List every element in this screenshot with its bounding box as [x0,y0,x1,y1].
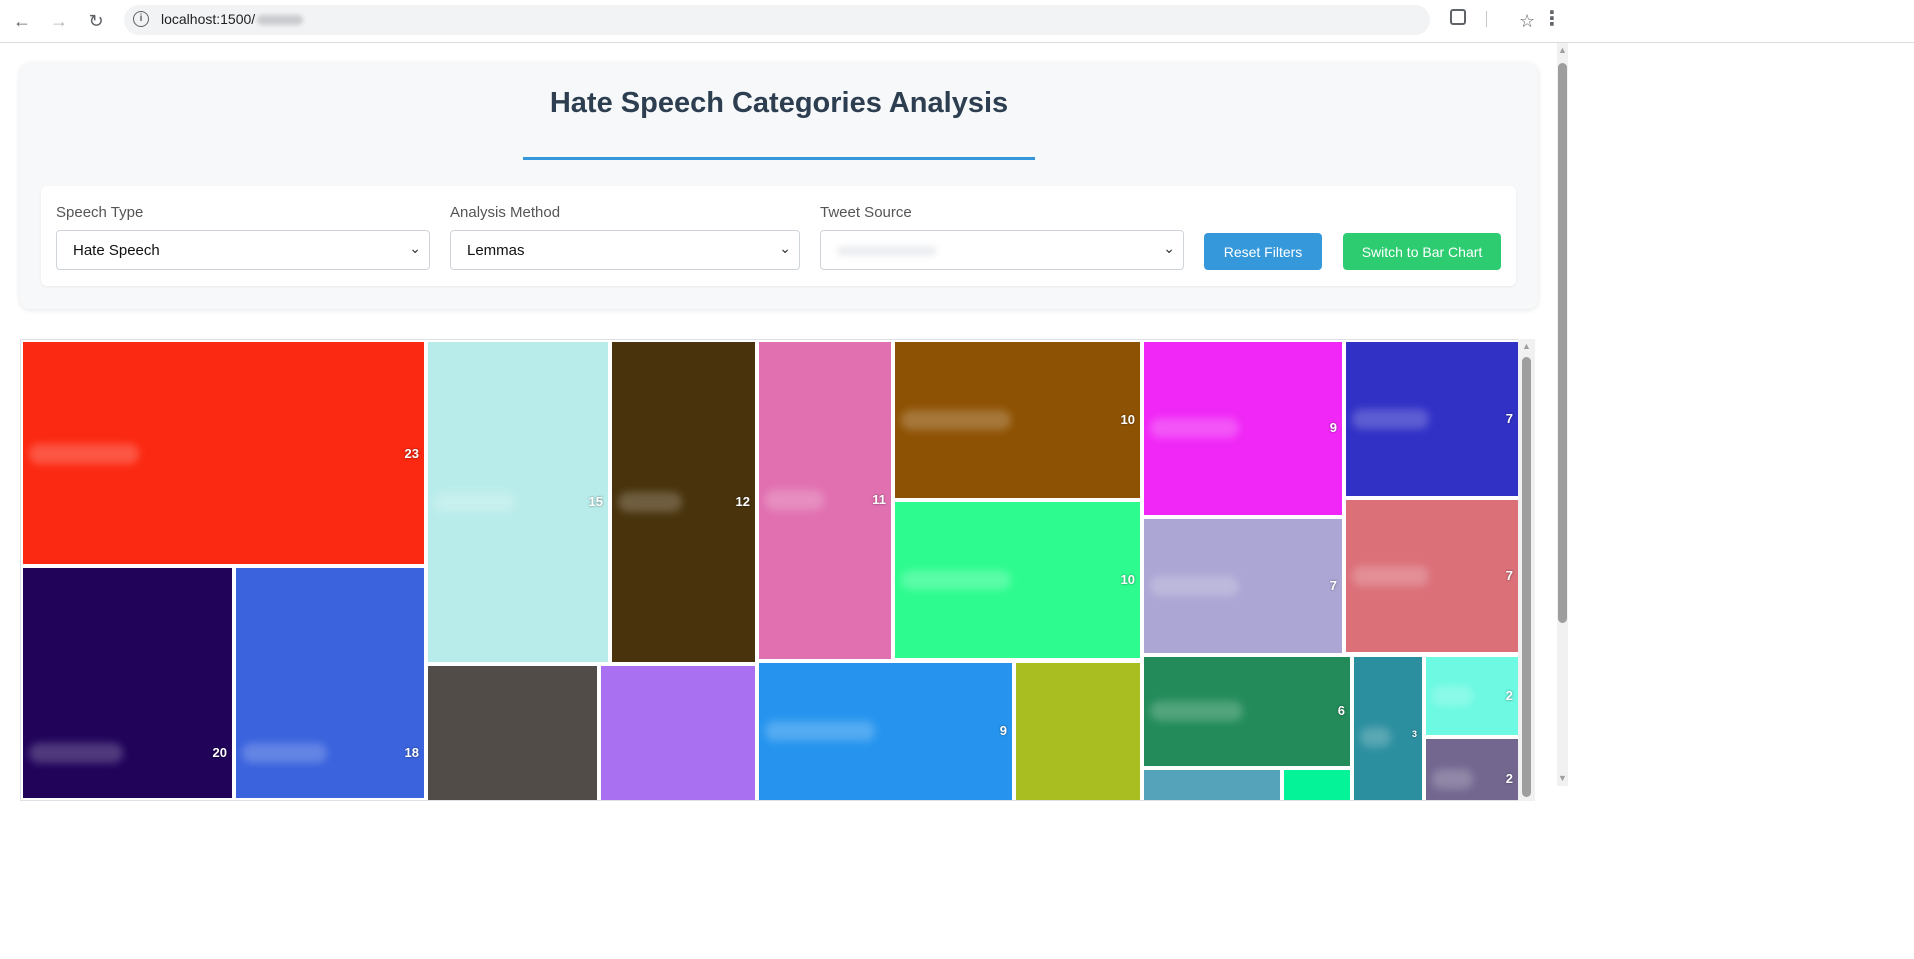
treemap-tile[interactable]: 11 [759,342,891,659]
browser-menu-icon[interactable]: ⋮ [1542,6,1562,31]
treemap-tile[interactable] [1144,770,1280,800]
address-bar[interactable]: i localhost:1500/ ☆ [124,5,1535,35]
treemap-tile[interactable]: 20 [23,568,232,798]
treemap-scrollbar[interactable]: ▲ [1518,339,1535,801]
speech-type-label: Speech Type [56,204,144,221]
tile-label-blurred [1150,701,1243,721]
tile-count: 2 [1505,688,1513,703]
tile-count: 18 [404,745,419,760]
tile-count: 10 [1120,572,1135,587]
treemap-tile[interactable]: 23 [23,342,424,564]
tile-count: 2 [1505,771,1513,786]
tile-label-blurred [1360,727,1391,747]
toolbar-divider [1486,11,1487,27]
url-text: localhost:1500/ [161,11,304,27]
page-scroll-thumb[interactable] [1558,63,1567,623]
chevron-down-icon: ⌄ [409,240,421,256]
treemap-tile[interactable]: 7 [1346,500,1518,652]
tile-label-blurred [434,492,515,512]
treemap-tile[interactable]: 7 [1144,519,1342,653]
tile-count: 7 [1329,578,1337,593]
tile-count: 9 [1329,420,1337,435]
treemap-tile[interactable]: 10 [895,502,1140,658]
tile-label-blurred [1150,418,1240,438]
forward-icon[interactable]: → [47,9,71,33]
tile-label-blurred [765,721,875,741]
scroll-up-icon[interactable]: ▲ [1558,45,1567,55]
scroll-up-icon[interactable]: ▲ [1522,341,1531,351]
back-icon[interactable]: ← [10,9,34,33]
bookmark-star-icon[interactable]: ☆ [1519,11,1535,32]
extensions-icon[interactable] [1450,9,1466,25]
tile-label-blurred [1432,686,1474,706]
tile-label-blurred [765,490,825,510]
page-scrollbar[interactable]: ▲ ▼ [1557,43,1568,786]
treemap-tile[interactable]: 9 [759,663,1012,800]
tile-label-blurred [29,743,124,763]
title-underline [523,157,1035,160]
speech-type-select[interactable]: Hate Speech ⌄ [56,230,430,270]
tile-label-blurred [1352,566,1430,586]
treemap-tile[interactable]: 3 [1354,657,1422,800]
tile-count: 15 [588,494,603,509]
treemap-tile[interactable]: 6 [1144,657,1350,766]
tile-count: 11 [872,492,886,507]
analysis-method-label: Analysis Method [450,204,561,221]
tile-label-blurred [1150,576,1240,596]
tile-label-blurred [901,410,1011,430]
tile-count: 3 [1411,729,1417,739]
treemap-tile[interactable]: 7 [1346,342,1518,496]
treemap-tile[interactable]: 9 [1144,342,1342,515]
tile-count: 23 [404,446,419,461]
treemap-tile[interactable]: 2 [1426,657,1518,735]
tile-count: 7 [1505,568,1513,583]
tile-count: 9 [999,723,1007,738]
treemap-tile[interactable]: 15 [428,342,608,662]
treemap-tile[interactable] [428,666,597,800]
switch-to-bar-chart-button[interactable]: Switch to Bar Chart [1343,233,1501,270]
speech-type-value: Hate Speech [73,242,160,259]
treemap-tile[interactable]: 18 [236,568,424,798]
category-treemap: 23 20 18 15 12 11 10 10 9 7 7 7 9 6 3 2 2 [20,339,1520,801]
tile-count: 12 [735,494,750,509]
treemap-tile[interactable]: 12 [612,342,755,662]
treemap-tile[interactable] [601,666,755,800]
reset-filters-button[interactable]: Reset Filters [1204,233,1322,270]
tile-label-blurred [618,492,683,512]
tile-label-blurred [901,570,1011,590]
scroll-down-icon[interactable]: ▼ [1558,773,1567,783]
chevron-down-icon: ⌄ [779,240,791,256]
tweet-source-value-blurred [837,246,937,256]
treemap-tile[interactable]: 10 [895,342,1140,498]
tile-count: 7 [1505,411,1513,426]
chevron-down-icon: ⌄ [1163,240,1175,256]
tile-count: 10 [1120,412,1135,427]
tile-count: 20 [212,745,227,760]
reload-icon[interactable]: ↻ [84,9,108,33]
treemap-tile[interactable] [1284,770,1350,800]
analysis-method-value: Lemmas [467,242,525,259]
page-title: Hate Speech Categories Analysis [549,87,1009,119]
tile-count: 6 [1337,703,1345,718]
filter-bar: Speech Type Hate Speech ⌄ Analysis Metho… [41,186,1516,286]
page-viewport: Hate Speech Categories Analysis Speech T… [0,43,1557,959]
treemap-scroll-thumb[interactable] [1522,357,1531,797]
analysis-method-select[interactable]: Lemmas ⌄ [450,230,800,270]
browser-toolbar: ← → ↻ i localhost:1500/ ☆ ⋮ [0,0,1914,43]
tile-label-blurred [1432,769,1474,789]
tile-label-blurred [1352,409,1430,429]
tweet-source-select[interactable]: ⌄ [820,230,1184,270]
header-panel: Hate Speech Categories Analysis Speech T… [20,63,1538,309]
tile-label-blurred [242,743,327,763]
site-info-icon[interactable]: i [133,11,149,27]
tweet-source-label: Tweet Source [820,204,912,221]
tile-label-blurred [29,444,139,464]
treemap-tile[interactable]: 2 [1426,739,1518,800]
treemap-tile[interactable] [1016,663,1140,800]
